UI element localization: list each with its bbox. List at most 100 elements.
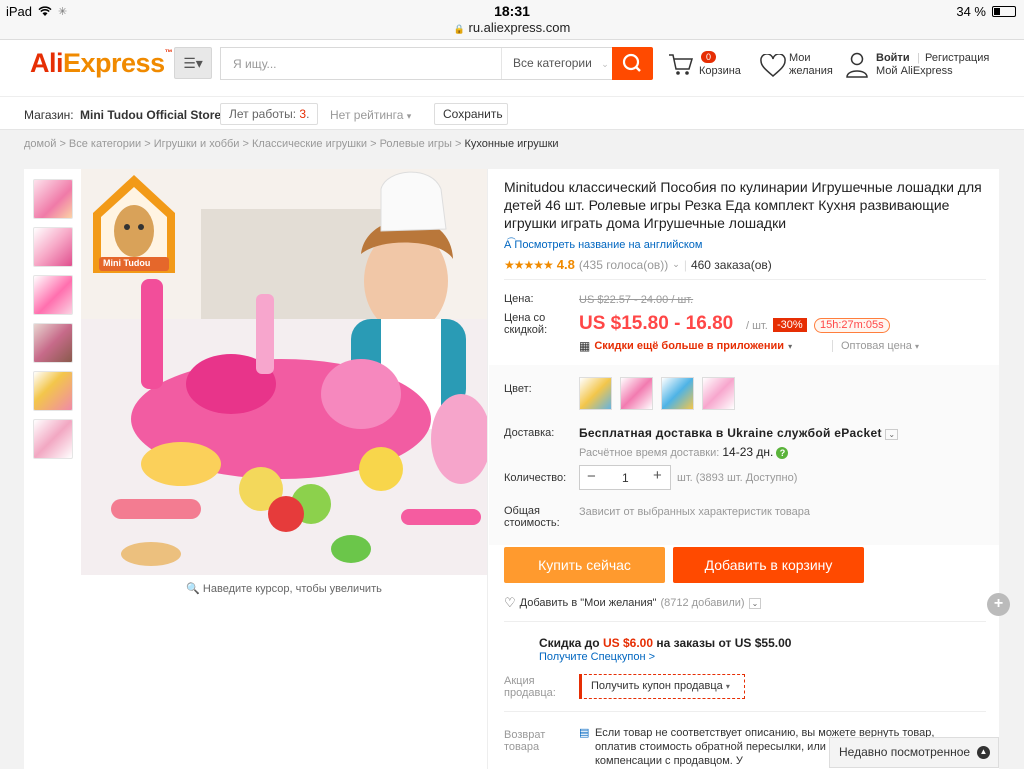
color-label: Цвет:: [504, 383, 532, 395]
thumbnail[interactable]: [33, 275, 73, 315]
site-header: AliExpress™ ☰▾ Я ищу... Все категории ⌄ …: [0, 40, 1024, 96]
original-price: US $22.57 - 24.00 / шт.: [579, 294, 694, 306]
delivery-time: Расчётное время доставки: 14-23 дн. ?: [579, 445, 789, 459]
divider: [504, 711, 986, 712]
heart-plus-icon: ♡: [504, 595, 516, 610]
browser-status-bar: iPad ✳ 18:31 34 % 🔒 ru.aliexpress.com: [0, 0, 1024, 40]
brand-badge-text: Mini Tudou: [103, 258, 151, 268]
search-bar: Я ищу... Все категории ⌄: [220, 47, 613, 80]
app-promo-link[interactable]: ▦ Скидки ещё больше в приложении ▾: [579, 339, 792, 353]
divider: [504, 621, 986, 622]
search-icon: [622, 53, 641, 72]
category-menu-button[interactable]: ☰▾: [174, 47, 212, 79]
increase-button[interactable]: +: [653, 467, 662, 484]
chevron-up-icon: ▲: [977, 746, 990, 759]
rating-value: 4.8: [556, 257, 575, 272]
cart-label: Корзина: [699, 65, 741, 77]
breadcrumb: домой > Все категории > Игрушки и хобби …: [24, 138, 559, 150]
countdown-timer: 15h:27m:05s: [814, 318, 890, 333]
thumbnail[interactable]: [33, 227, 73, 267]
magnifier-icon: 🔍: [186, 583, 200, 595]
decrease-button[interactable]: −: [587, 468, 596, 485]
quantity-stepper: − 1 +: [579, 465, 671, 490]
breadcrumb-item[interactable]: Все категории: [69, 138, 141, 150]
color-option[interactable]: [579, 377, 612, 410]
add-to-cart-button[interactable]: Добавить в корзину: [673, 547, 864, 583]
address-bar[interactable]: 🔒 ru.aliexpress.com: [0, 20, 1024, 35]
coupon-offer: Скидка до US $6.00 на заказы от US $55.0…: [539, 636, 792, 650]
zoom-hint: 🔍 Наведите курсор, чтобы увеличить: [186, 583, 382, 595]
buy-now-button[interactable]: Купить сейчас: [504, 547, 665, 583]
chevron-down-icon: ▾: [406, 111, 412, 121]
color-option[interactable]: [661, 377, 694, 410]
product-title: Minitudou классический Пособия по кулина…: [504, 179, 982, 231]
chevron-down-icon[interactable]: ⌄: [672, 259, 680, 270]
breadcrumb-item[interactable]: Классические игрушки: [252, 138, 367, 150]
store-label: Магазин:: [24, 108, 74, 122]
breadcrumb-item[interactable]: домой: [24, 138, 56, 150]
battery-icon: [992, 6, 1016, 17]
main-product-image[interactable]: Mini Tudou: [81, 169, 487, 575]
heart-icon: [760, 54, 786, 77]
thumbnail[interactable]: [33, 179, 73, 219]
register-link[interactable]: Регистрация: [925, 52, 989, 65]
plus-icon[interactable]: +: [987, 593, 1010, 616]
return-policy-icon: ▤: [579, 727, 590, 739]
total-price-text: Зависит от выбранных характеристик товар…: [579, 506, 810, 518]
seller-coupon-dropdown[interactable]: Получить купон продавца ▾: [579, 674, 745, 699]
thumbnail[interactable]: [33, 419, 73, 459]
my-aliexpress-link[interactable]: Мой AliExpress: [876, 65, 953, 78]
breadcrumb-current: Кухонные игрушки: [464, 138, 559, 150]
chevron-down-icon: ▾: [725, 682, 730, 691]
translate-title-link[interactable]: A͡ Посмотреть название на английском: [504, 239, 702, 251]
get-coupon-link[interactable]: Получите Спецкупон >: [539, 651, 655, 663]
user-icon: [846, 52, 868, 78]
orders-count: 460 заказа(ов): [690, 257, 772, 272]
chevron-down-icon: ⌄: [601, 59, 609, 69]
thumbnail[interactable]: [33, 371, 73, 411]
product-photo: [81, 169, 487, 575]
qr-code-icon: ▦: [579, 339, 591, 353]
cart-count-badge: 0: [701, 51, 717, 63]
wholesale-price-link[interactable]: Оптовая цена ▾: [832, 340, 919, 352]
chevron-down-icon: ▾: [788, 341, 793, 351]
store-years-badge: Лет работы: 3.: [220, 103, 319, 125]
color-option[interactable]: [702, 377, 735, 410]
cart-icon: [669, 54, 694, 75]
chevron-down-icon: ▾: [914, 342, 919, 351]
battery-level: 34 %: [956, 4, 986, 19]
clock: 18:31: [494, 3, 530, 19]
store-name-link[interactable]: Mini Tudou Official Store: [80, 108, 221, 122]
price-label: Цена:: [504, 293, 534, 305]
signin-link[interactable]: Войти: [876, 52, 910, 65]
save-store-button[interactable]: Сохранить: [434, 103, 508, 125]
breadcrumb-item[interactable]: Ролевые игры: [380, 138, 452, 150]
category-select[interactable]: Все категории ⌄: [501, 48, 613, 79]
store-rating-dropdown[interactable]: Нет рейтинга ▾: [330, 108, 411, 122]
search-button[interactable]: [612, 47, 653, 80]
rating-row: ★★★★★ 4.8 (435 голоса(ов)) ⌄ | 460 заказ…: [504, 257, 772, 272]
divider: [487, 169, 488, 769]
divider: [504, 279, 986, 280]
shipping-label: Доставка:: [504, 427, 555, 439]
stock-available: шт. (3893 шт. Доступно): [677, 472, 798, 484]
chevron-down-icon: ⌄: [748, 597, 762, 609]
discount-badge: -30%: [773, 318, 807, 332]
search-input[interactable]: Я ищу...: [233, 57, 277, 71]
quantity-input[interactable]: 1: [622, 471, 629, 485]
shipping-method-dropdown[interactable]: Бесплатная доставка в Ukraine службой eP…: [579, 426, 899, 440]
color-option[interactable]: [620, 377, 653, 410]
store-bar: Магазин: Mini Tudou Official Store Лет р…: [0, 96, 1024, 130]
breadcrumb-item[interactable]: Игрушки и хобби: [154, 138, 240, 150]
thumbnail[interactable]: [33, 323, 73, 363]
price-unit: / шт.: [746, 320, 768, 332]
add-to-wishlist-link[interactable]: ♡ Добавить в "Мои желания" (8712 добавил…: [504, 595, 762, 611]
recently-viewed-toggle[interactable]: Недавно посмотренное ▲: [829, 737, 999, 768]
aliexpress-logo[interactable]: AliExpress™: [30, 48, 173, 79]
star-rating-icon: ★★★★★: [504, 257, 554, 272]
help-icon[interactable]: ?: [776, 447, 789, 459]
product-card: Mini Tudou 🔍 Наведите курсор, чтобы увел…: [24, 169, 999, 769]
url-text: ru.aliexpress.com: [468, 20, 571, 35]
votes-link[interactable]: (435 голоса(ов)): [579, 258, 668, 272]
chevron-down-icon: ⌄: [885, 429, 899, 440]
